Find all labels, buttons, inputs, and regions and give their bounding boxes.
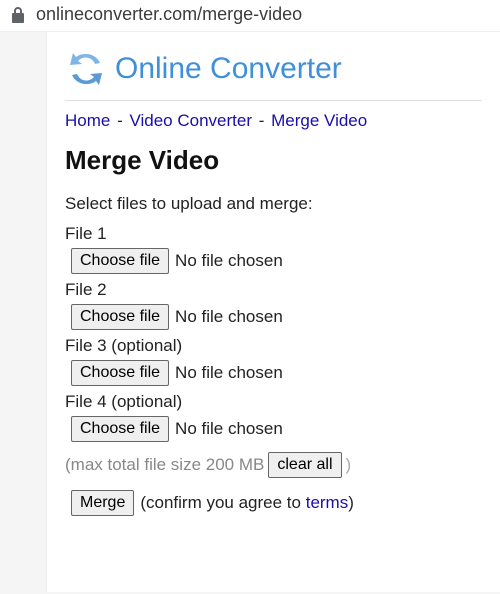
file-size-limit: (max total file size 200 MB clear all ) [65,452,482,478]
choose-file-button[interactable]: Choose file [71,248,169,274]
address-bar-url[interactable]: onlineconverter.com/merge-video [36,4,302,25]
limit-text: (max total file size 200 MB [65,455,264,475]
choose-file-button[interactable]: Choose file [71,304,169,330]
choose-file-button[interactable]: Choose file [71,416,169,442]
page-body: Online Converter Home - Video Converter … [46,32,500,592]
confirm-text: (confirm you agree to terms) [140,493,354,513]
refresh-icon [65,48,107,90]
instruction-text: Select files to upload and merge: [65,194,482,214]
file-status: No file chosen [175,419,283,439]
file-row-3: File 3 (optional) Choose file No file ch… [65,336,482,386]
file-label: File 2 [65,280,482,300]
file-status: No file chosen [175,307,283,327]
breadcrumb-merge-video[interactable]: Merge Video [271,111,367,130]
choose-file-button[interactable]: Choose file [71,360,169,386]
breadcrumb: Home - Video Converter - Merge Video [65,111,482,131]
file-row-1: File 1 Choose file No file chosen [65,224,482,274]
browser-address-bar: onlineconverter.com/merge-video [0,0,500,32]
site-logo[interactable]: Online Converter [65,44,482,101]
terms-link[interactable]: terms [306,493,349,512]
page-title: Merge Video [65,145,482,176]
file-row-4: File 4 (optional) Choose file No file ch… [65,392,482,442]
breadcrumb-sep: - [112,111,127,130]
merge-button[interactable]: Merge [71,490,134,516]
file-row-2: File 2 Choose file No file chosen [65,280,482,330]
limit-close: ) [346,455,352,475]
breadcrumb-home[interactable]: Home [65,111,110,130]
clear-all-button[interactable]: clear all [268,452,341,478]
file-status: No file chosen [175,363,283,383]
file-label: File 1 [65,224,482,244]
file-label: File 3 (optional) [65,336,482,356]
lock-icon [10,6,26,24]
breadcrumb-sep: - [254,111,269,130]
submit-row: Merge (confirm you agree to terms) [71,490,482,516]
logo-text: Online Converter [115,52,342,86]
file-status: No file chosen [175,251,283,271]
file-label: File 4 (optional) [65,392,482,412]
breadcrumb-video-converter[interactable]: Video Converter [129,111,252,130]
